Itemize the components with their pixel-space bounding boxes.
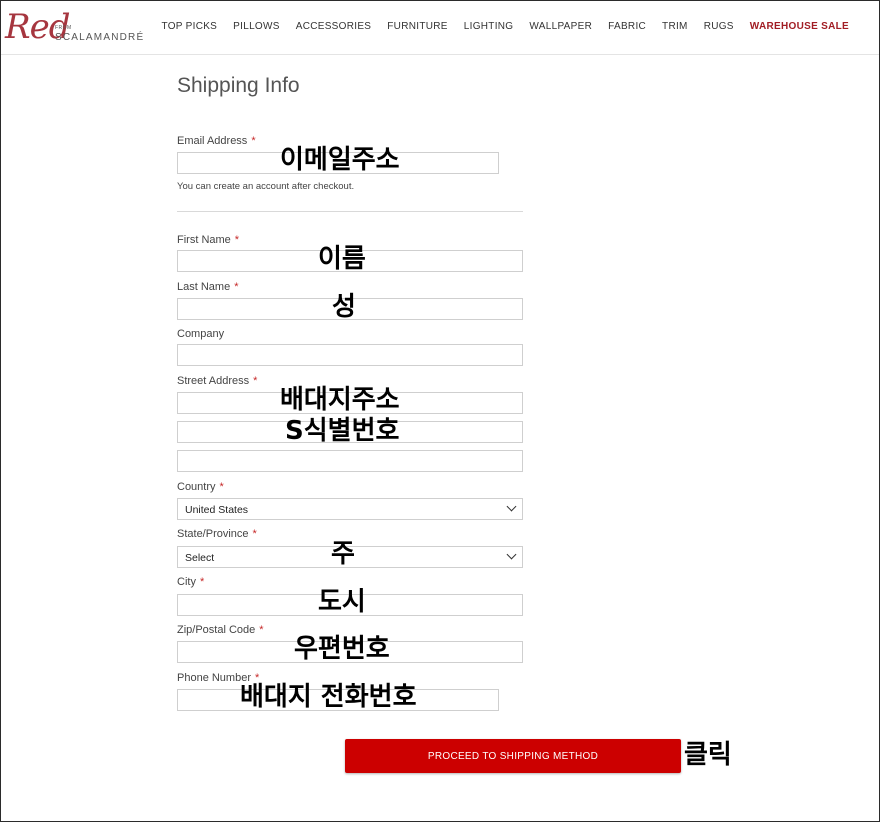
state-label: State/Province * [177,528,257,540]
annotation-state: 주 [331,539,355,569]
nav-lighting[interactable]: LIGHTING [464,21,514,32]
required-mark: * [234,281,239,293]
email-help: You can create an account after checkout… [177,181,355,192]
annotation-street-address: 배대지주소 [280,385,400,415]
logo-from: FROM [55,25,72,31]
email-label-text: Email Address [177,135,248,147]
nav-trim[interactable]: TRIM [662,21,688,32]
email-label: Email Address * [177,135,256,147]
annotation-phone: 배대지 전화번호 [240,682,417,712]
main-nav: TOP PICKS PILLOWS ACCESSORIES FURNITURE … [161,21,849,32]
nav-fabric[interactable]: FABRIC [608,21,646,32]
nav-top-picks[interactable]: TOP PICKS [161,21,217,32]
company-label: Company [177,328,225,340]
required-mark: * [251,135,256,147]
page-title: Shipping Info [177,74,300,97]
required-mark: * [253,375,258,387]
annotation-last-name: 성 [332,292,356,322]
nav-wallpaper[interactable]: WALLPAPER [529,21,592,32]
first-name-label: First Name * [177,234,239,246]
nav-furniture[interactable]: FURNITURE [387,21,447,32]
divider [177,211,523,212]
required-mark: * [219,481,224,493]
required-mark: * [259,624,264,636]
proceed-to-shipping-method-button[interactable]: PROCEED TO SHIPPING METHOD [345,739,681,773]
street-label-text: Street Address [177,375,250,387]
country-select[interactable]: United States [177,498,523,520]
nav-pillows[interactable]: PILLOWS [233,21,280,32]
country-label-text: Country [177,481,216,493]
zip-label: Zip/Postal Code * [177,624,264,636]
nav-accessories[interactable]: ACCESSORIES [296,21,372,32]
city-label: City * [177,576,204,588]
zip-label-text: Zip/Postal Code [177,624,256,636]
chevron-down-icon [506,549,517,560]
annotation-city: 도시 [318,587,366,617]
site-header: Red FROM SCALAMANDRÉ TOP PICKS PILLOWS A… [1,1,879,55]
annotation-zip: 우편번호 [294,634,390,664]
annotation-click: 클릭 [684,740,732,770]
country-value: United States [185,504,249,516]
street-label: Street Address * [177,375,257,387]
company-input[interactable] [177,344,523,366]
state-label-text: State/Province [177,528,249,540]
logo-name: SCALAMANDRÉ [55,32,145,43]
nav-rugs[interactable]: RUGS [704,21,734,32]
chevron-down-icon [506,501,517,512]
annotation-first-name: 이름 [318,244,366,274]
annotation-email: 이메일주소 [280,145,400,175]
last-name-label-text: Last Name [177,281,231,293]
required-mark: * [234,234,240,246]
required-mark: * [252,528,257,540]
last-name-label: Last Name * [177,281,238,293]
brand-logo[interactable]: Red FROM SCALAMANDRÉ [5,7,145,47]
required-mark: * [199,576,205,588]
state-value: Select [185,552,215,564]
first-name-label-text: First Name [177,234,231,246]
street-line3-input[interactable] [177,450,523,472]
country-label: Country * [177,481,224,493]
annotation-s-id-number: S식별번호 [285,416,400,446]
nav-warehouse-sale[interactable]: WAREHOUSE SALE [750,21,849,32]
city-label-text: City [177,576,196,588]
